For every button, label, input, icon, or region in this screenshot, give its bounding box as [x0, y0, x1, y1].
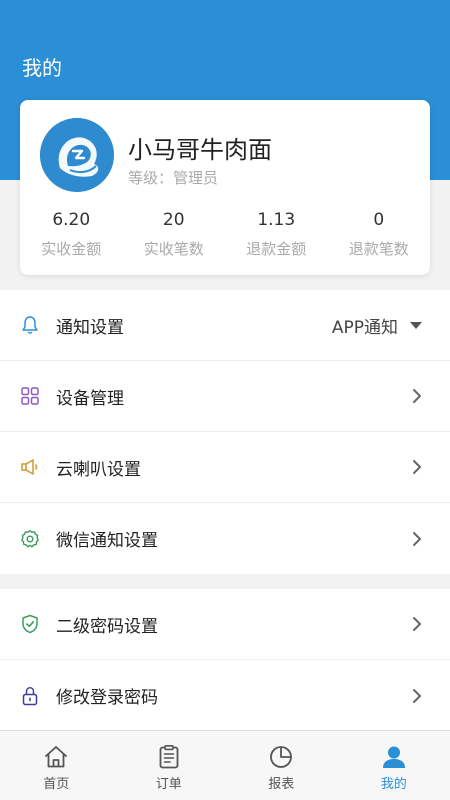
chevron-right-icon — [412, 531, 422, 547]
menu-item-change-login-password[interactable]: 修改登录密码 — [0, 660, 450, 731]
menu-item-wechat-notification-settings[interactable]: 微信通知设置 — [0, 503, 450, 574]
menu-label: 微信通知设置 — [56, 531, 158, 551]
menu-item-secondary-password-settings[interactable]: 二级密码设置 — [0, 589, 450, 660]
page-title: 我的 — [22, 56, 62, 80]
clipboard-icon — [155, 743, 183, 771]
home-icon — [42, 743, 70, 771]
notification-type-value: APP通知 — [331, 317, 398, 338]
bottom-tab-bar: 首页 订单 报表 我的 — [0, 730, 450, 800]
menu-label: 修改登录密码 — [56, 688, 158, 708]
tab-label: 订单 — [155, 777, 182, 792]
chevron-right-icon — [412, 616, 422, 632]
menu-label: 云喇叭设置 — [56, 459, 141, 480]
notification-type-dropdown[interactable]: APP通知 — [332, 313, 422, 338]
shop-avatar — [40, 118, 114, 192]
tab-orders[interactable]: 订单 — [113, 731, 226, 800]
tab-label: 首页 — [43, 777, 70, 792]
speaker-icon — [20, 457, 40, 477]
stat-value: 0 — [373, 210, 385, 230]
stat-label: 实收金额 — [41, 240, 102, 258]
tab-home[interactable]: 首页 — [0, 731, 113, 800]
menu-item-cloud-speaker-settings[interactable]: 云喇叭设置 — [0, 432, 450, 503]
tab-mine[interactable]: 我的 — [338, 731, 450, 800]
menu-label: 设备管理 — [56, 388, 124, 409]
settings-menu-group: 通知设置 APP通知 设备管理 云喇叭设置 微信通知设置 — [0, 290, 450, 574]
menu-item-notification-settings[interactable]: 通知设置 APP通知 — [0, 290, 450, 361]
stat-label: 实收笔数 — [143, 240, 204, 258]
shield-check-icon — [20, 614, 40, 634]
stat-value: 6.20 — [52, 210, 91, 230]
pie-chart-icon — [267, 743, 295, 771]
stats-row: 6.20 实收金额 20 实收笔数 1.13 退款金额 0 退款笔数 — [20, 208, 430, 259]
caret-down-icon — [410, 321, 422, 329]
role-level: 等级：管理员 — [128, 169, 219, 187]
gear-icon — [20, 529, 40, 549]
profile-card: 小马哥牛肉面 等级：管理员 6.20 实收金额 20 实收笔数 1.13 退款金… — [20, 100, 430, 275]
stat-value: 1.13 — [257, 210, 296, 230]
bell-icon — [20, 315, 40, 335]
stat-label: 退款笔数 — [348, 240, 409, 258]
stat-received-amount[interactable]: 6.20 实收金额 — [20, 208, 123, 259]
shop-name: 小马哥牛肉面 — [128, 136, 272, 164]
stat-refund-amount[interactable]: 1.13 退款金额 — [225, 208, 328, 259]
chevron-right-icon — [412, 388, 422, 404]
chevron-right-icon — [412, 459, 422, 475]
person-icon — [380, 743, 408, 771]
chevron-right-icon — [412, 688, 422, 704]
security-menu-group: 二级密码设置 修改登录密码 — [0, 589, 450, 731]
menu-label: 通知设置 — [56, 317, 124, 338]
menu-item-device-management[interactable]: 设备管理 — [0, 361, 450, 432]
tab-label: 报表 — [268, 777, 295, 792]
stat-received-count[interactable]: 20 实收笔数 — [123, 208, 226, 259]
menu-label: 二级密码设置 — [56, 616, 158, 637]
grid-icon — [20, 386, 40, 406]
stat-label: 退款金额 — [246, 240, 307, 258]
stat-value: 20 — [162, 210, 185, 230]
stat-refund-count[interactable]: 0 退款笔数 — [328, 208, 431, 259]
tab-label: 我的 — [380, 777, 407, 792]
tab-reports[interactable]: 报表 — [225, 731, 338, 800]
lock-icon — [20, 686, 40, 706]
